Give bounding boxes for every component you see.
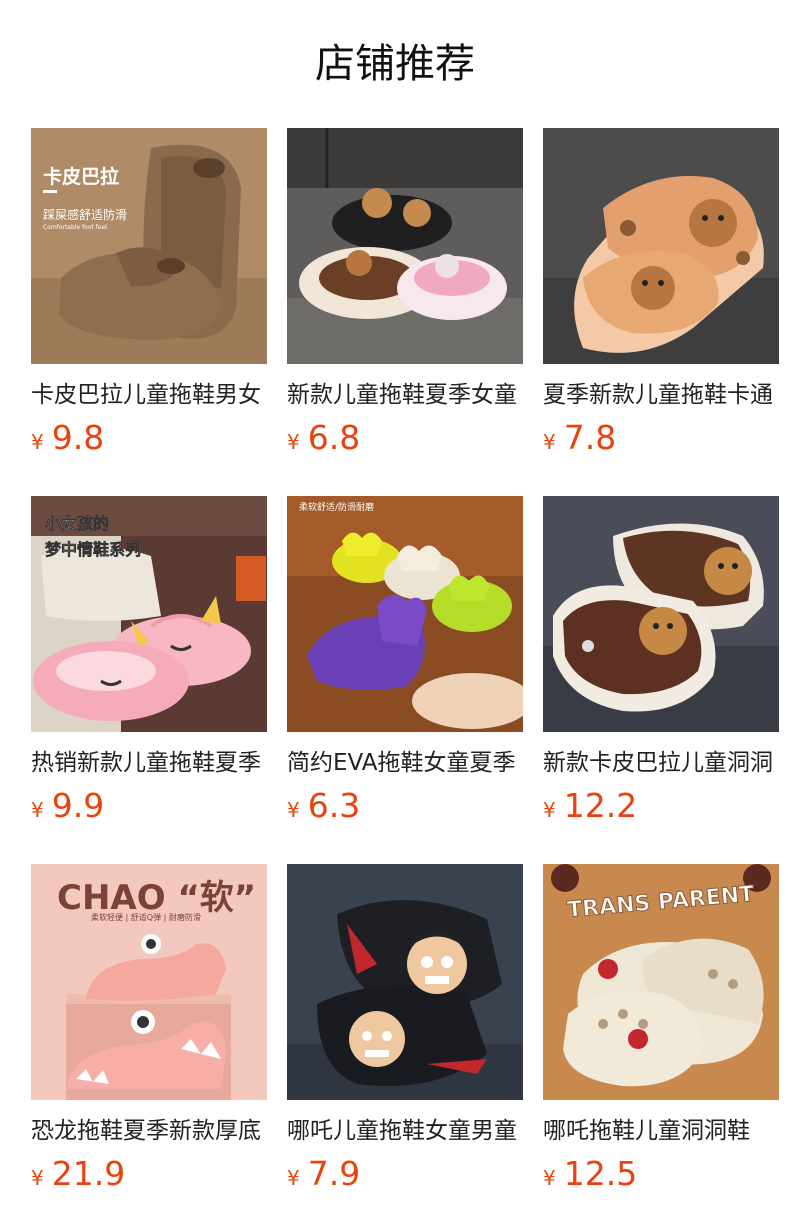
currency-symbol: ¥: [543, 430, 556, 454]
image-overlay-caption: 柔软轻便 | 舒适Q弹 | 耐磨防滑: [91, 913, 201, 922]
currency-symbol: ¥: [287, 430, 300, 454]
product-image[interactable]: [287, 864, 523, 1100]
product-card[interactable]: 卡皮巴拉 踩屎感舒适防滑 Comfortable foot feel 卡皮巴拉儿…: [31, 128, 267, 458]
price-value: 12.2: [563, 786, 638, 825]
product-price: ¥9.9: [31, 786, 267, 832]
image-overlay-subtitle: 踩屎感舒适防滑: [43, 208, 128, 222]
currency-symbol: ¥: [287, 1166, 300, 1190]
capybara-clog-brown-icon: [543, 496, 779, 732]
product-card[interactable]: TRANS PARENT 哪吒拖鞋儿童洞洞鞋 ¥12.5: [543, 864, 779, 1194]
price-value: 12.5: [563, 1154, 638, 1193]
product-card[interactable]: 柔软舒适/防滑耐磨 简约EVA拖鞋女童夏季 ¥6.3: [287, 496, 523, 826]
product-name[interactable]: 新款卡皮巴拉儿童洞洞: [543, 746, 779, 780]
price-value: 9.8: [51, 418, 105, 457]
page-title: 店铺推荐: [315, 41, 475, 87]
eva-slides-colorful-icon: [287, 496, 523, 732]
currency-symbol: ¥: [31, 798, 44, 822]
product-card[interactable]: CHAO “软” 柔软轻便 | 舒适Q弹 | 耐磨防滑 恐龙拖鞋夏季新款厚底 ¥…: [31, 864, 267, 1194]
currency-symbol: ¥: [31, 430, 44, 454]
image-overlay-caption: 柔软舒适/防滑耐磨: [299, 503, 375, 513]
image-overlay-subtitle: 梦中情鞋系列: [45, 540, 142, 560]
product-image[interactable]: 小女孩的 梦中情鞋系列: [31, 496, 267, 732]
product-image[interactable]: [543, 496, 779, 732]
product-card[interactable]: 小女孩的 梦中情鞋系列 热销新款儿童拖鞋夏季 ¥9.9: [31, 496, 267, 826]
nezha-black-slides-icon: [287, 864, 523, 1100]
product-card[interactable]: 哪吒儿童拖鞋女童男童 ¥7.9: [287, 864, 523, 1194]
product-price: ¥7.8: [543, 418, 779, 464]
product-name[interactable]: 恐龙拖鞋夏季新款厚底: [31, 1114, 267, 1148]
capybara-print-slides-icon: [543, 128, 779, 364]
product-name[interactable]: 哪吒儿童拖鞋女童男童: [287, 1114, 523, 1148]
image-overlay-caption: Comfortable foot feel: [43, 224, 107, 231]
product-image[interactable]: [543, 128, 779, 364]
product-image[interactable]: 卡皮巴拉 踩屎感舒适防滑 Comfortable foot feel: [31, 128, 267, 364]
price-value: 6.8: [307, 418, 361, 457]
product-image[interactable]: CHAO “软” 柔软轻便 | 舒适Q弹 | 耐磨防滑: [31, 864, 267, 1100]
product-image[interactable]: 柔软舒适/防滑耐磨: [287, 496, 523, 732]
product-price: ¥7.9: [287, 1154, 523, 1200]
price-value: 7.8: [563, 418, 617, 457]
currency-symbol: ¥: [543, 1166, 556, 1190]
product-price: ¥9.8: [31, 418, 267, 464]
product-image[interactable]: TRANS PARENT: [543, 864, 779, 1100]
product-price: ¥12.5: [543, 1154, 779, 1200]
image-overlay-title: 小女孩的: [45, 514, 110, 534]
divider: [43, 190, 57, 193]
product-name[interactable]: 卡皮巴拉儿童拖鞋男女: [31, 378, 267, 412]
product-name[interactable]: 简约EVA拖鞋女童夏季: [287, 746, 523, 780]
product-price: ¥6.3: [287, 786, 523, 832]
currency-symbol: ¥: [287, 798, 300, 822]
price-value: 9.9: [51, 786, 105, 825]
product-price: ¥6.8: [287, 418, 523, 464]
price-value: 7.9: [307, 1154, 361, 1193]
product-card[interactable]: 新款儿童拖鞋夏季女童 ¥6.8: [287, 128, 523, 458]
bear-sandals-black-pink-icon: [287, 128, 523, 364]
price-value: 6.3: [307, 786, 361, 825]
price-value: 21.9: [51, 1154, 126, 1193]
currency-symbol: ¥: [31, 1166, 44, 1190]
image-overlay-title: 卡皮巴拉: [43, 166, 120, 188]
currency-symbol: ¥: [543, 798, 556, 822]
product-name[interactable]: 热销新款儿童拖鞋夏季: [31, 746, 267, 780]
product-price: ¥12.2: [543, 786, 779, 832]
product-image[interactable]: [287, 128, 523, 364]
product-price: ¥21.9: [31, 1154, 267, 1200]
product-name[interactable]: 新款儿童拖鞋夏季女童: [287, 378, 523, 412]
product-card[interactable]: 新款卡皮巴拉儿童洞洞 ¥12.2: [543, 496, 779, 826]
product-name[interactable]: 夏季新款儿童拖鞋卡通: [543, 378, 779, 412]
product-name[interactable]: 哪吒拖鞋儿童洞洞鞋: [543, 1114, 779, 1148]
product-card[interactable]: 夏季新款儿童拖鞋卡通 ¥7.8: [543, 128, 779, 458]
